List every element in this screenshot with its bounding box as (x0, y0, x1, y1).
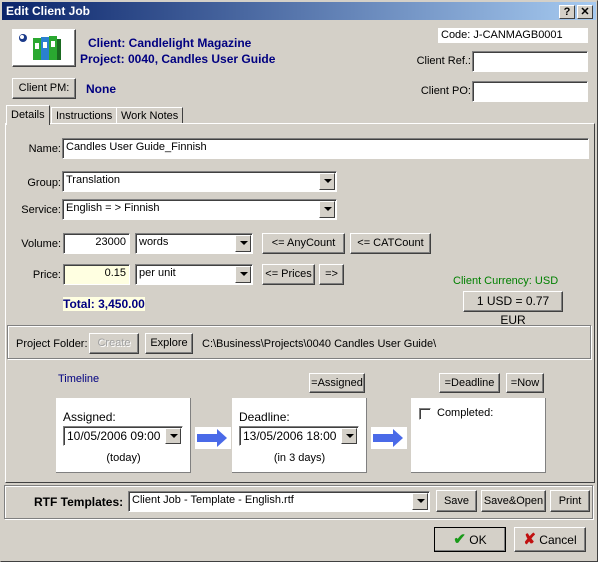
assigned-date-value: 10/05/2006 09:00 (67, 429, 161, 443)
assigned-label: Assigned: (63, 410, 116, 424)
group-label: Group: (27, 177, 61, 189)
deadline-date-value: 13/05/2006 18:00 (243, 429, 337, 443)
tab-instructions[interactable]: Instructions (51, 107, 118, 123)
rtf-save-open-button[interactable]: Save&Open (481, 490, 546, 512)
client-pm-button[interactable]: Client PM: (12, 78, 76, 99)
cancel-label: Cancel (539, 533, 577, 547)
chevron-down-icon[interactable] (319, 201, 335, 218)
assigned-note: (today) (106, 452, 141, 464)
tab-work-notes[interactable]: Work Notes (116, 107, 184, 123)
prices-button[interactable]: <= Prices (262, 264, 315, 285)
price-input[interactable]: 0.15 (63, 264, 130, 285)
client-ref-label: Client Ref.: (416, 55, 471, 67)
group-value: Translation (66, 174, 121, 186)
project-folder-path: C:\Business\Projects\0040 Candles User G… (202, 338, 437, 350)
close-button[interactable]: ✕ (577, 5, 593, 19)
chevron-down-icon[interactable] (165, 428, 181, 444)
group-select[interactable]: Translation (62, 171, 337, 192)
price-unit-value: per unit (139, 267, 176, 279)
arrow-right-icon (195, 427, 231, 449)
arrow-right-icon (371, 427, 407, 449)
explore-folder-button[interactable]: Explore (145, 333, 193, 354)
client-logo-button[interactable] (12, 29, 76, 67)
rtf-print-button[interactable]: Print (550, 490, 590, 512)
chevron-down-icon[interactable] (235, 266, 251, 283)
chevron-down-icon[interactable] (319, 173, 335, 190)
volume-label: Volume: (21, 238, 61, 250)
chevron-down-icon[interactable] (341, 428, 357, 444)
rtf-template-value: Client Job - Template - English.rtf (132, 494, 294, 506)
chevron-down-icon[interactable] (235, 235, 251, 252)
anycount-button[interactable]: <= AnyCount (262, 233, 345, 254)
binders-icon (19, 34, 61, 60)
service-label: Service: (21, 204, 61, 216)
project-name: Project: 0040, Candles User Guide (80, 52, 276, 66)
catcount-button[interactable]: <= CATCount (350, 233, 431, 254)
timeline-title: Timeline (58, 373, 100, 385)
help-button[interactable]: ? (559, 5, 575, 19)
set-now-button[interactable]: =Now (506, 373, 544, 393)
volume-unit-value: words (139, 236, 169, 248)
ok-button[interactable]: ✔ OK (434, 527, 506, 552)
create-folder-button[interactable]: Create (89, 333, 139, 354)
rtf-save-button[interactable]: Save (436, 490, 477, 512)
set-deadline-button[interactable]: =Deadline (439, 373, 500, 393)
cross-icon: ✘ (523, 531, 536, 548)
checkmark-icon: ✔ (453, 531, 466, 548)
exchange-rate-button[interactable]: 1 USD = 0.77 EUR (463, 291, 563, 327)
set-assigned-button[interactable]: =Assigned (309, 373, 365, 393)
deadline-note: (in 3 days) (273, 452, 326, 464)
price-label: Price: (32, 269, 61, 281)
client-ref-input[interactable] (472, 51, 588, 72)
project-folder-label: Project Folder: (16, 338, 88, 350)
rtf-template-select[interactable]: Client Job - Template - English.rtf (128, 491, 430, 512)
cancel-button[interactable]: ✘ Cancel (514, 527, 586, 552)
rtf-templates-label: RTF Templates: (34, 495, 124, 509)
client-pm-value: None (86, 82, 116, 96)
client-po-input[interactable] (472, 81, 588, 102)
chevron-down-icon[interactable] (412, 493, 428, 510)
deadline-date-picker[interactable]: 13/05/2006 18:00 (239, 426, 359, 446)
volume-input[interactable]: 23000 (63, 233, 130, 254)
service-select[interactable]: English = > Finnish (62, 199, 337, 220)
completed-checkbox[interactable] (419, 408, 431, 420)
name-label: Name: (28, 143, 61, 155)
total-value: Total: 3,450.00 (63, 297, 145, 311)
title-bar: Edit Client Job ? ✕ (2, 2, 596, 20)
volume-unit-select[interactable]: words (135, 233, 253, 254)
name-input[interactable]: Candles User Guide_Finnish (62, 138, 589, 159)
assigned-date-picker[interactable]: 10/05/2006 09:00 (63, 426, 183, 446)
edit-client-job-dialog: Edit Client Job ? ✕ Client: Candlelight … (0, 0, 598, 562)
deadline-label: Deadline: (239, 410, 290, 424)
completed-label: Completed: (437, 407, 494, 419)
client-name: Client: Candlelight Magazine (88, 36, 252, 50)
service-value: English = > Finnish (66, 202, 160, 214)
price-unit-select[interactable]: per unit (135, 264, 253, 285)
client-currency-label: Client Currency: USD (453, 275, 559, 287)
window-title: Edit Client Job (6, 4, 90, 18)
job-code: Code: J-CANMAGB0001 (438, 28, 588, 43)
ok-label: OK (469, 533, 487, 547)
forward-button[interactable]: => (319, 264, 344, 285)
client-po-label: Client PO: (420, 85, 471, 97)
tab-details[interactable]: Details (6, 105, 50, 125)
